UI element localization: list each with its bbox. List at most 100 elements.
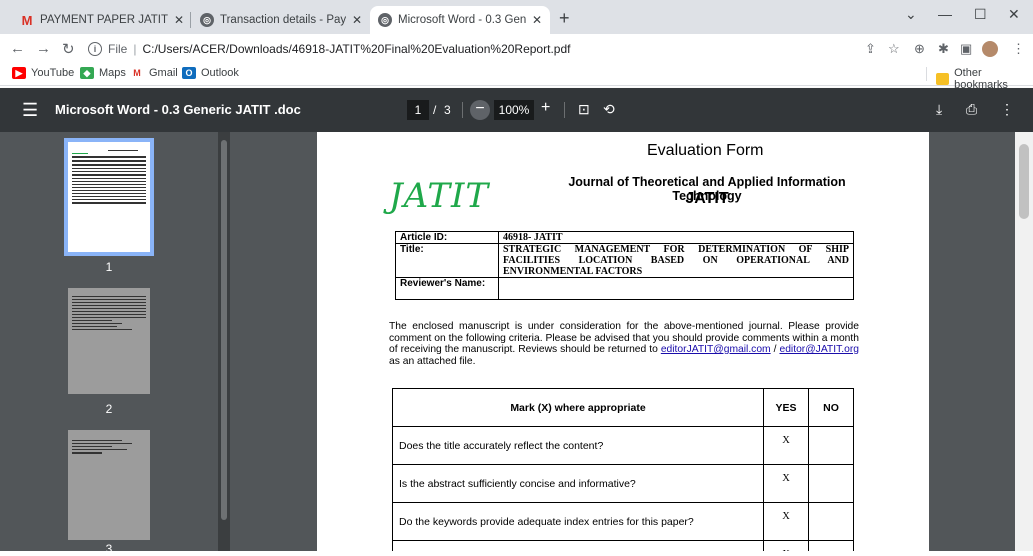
yes-mark: X xyxy=(763,464,809,503)
thumbnail-label: 2 xyxy=(105,402,113,416)
document-scrollbar[interactable] xyxy=(1015,132,1033,551)
table-row: Article ID: 46918- JATIT xyxy=(395,231,854,244)
table-row: Title: STRATEGIC MANAGEMENT FOR DETERMIN… xyxy=(395,243,854,278)
zoom-out-button[interactable]: − xyxy=(470,100,490,120)
criteria-header-no: NO xyxy=(808,388,854,427)
email-link-jatit[interactable]: editor@JATIT.org xyxy=(779,344,859,355)
star-icon[interactable]: ☆ xyxy=(888,41,900,57)
bookmark-label: Maps xyxy=(99,67,126,79)
zoom-in-button[interactable]: + xyxy=(541,99,550,117)
puzzle-icon[interactable]: ✱ xyxy=(938,41,949,57)
reviewer-value xyxy=(498,277,854,300)
tab-microsoft-word[interactable]: ◎ Microsoft Word - 0.3 Generic JAT ✕ xyxy=(370,6,550,34)
url-text[interactable]: C:/Users/ACER/Downloads/46918-JATIT%20Fi… xyxy=(142,42,570,56)
new-tab-button[interactable]: + xyxy=(559,8,570,29)
criteria-table: Mark (X) where appropriate YES NO Does t… xyxy=(392,388,854,551)
title-value: STRATEGIC MANAGEMENT FOR DETERMINATION O… xyxy=(498,243,854,278)
browser-toolbar: ← → ↻ i File | C:/Users/ACER/Downloads/4… xyxy=(0,34,1033,64)
close-window-button[interactable]: ✕ xyxy=(1008,6,1020,23)
back-arrow-icon[interactable]: ← xyxy=(10,40,25,57)
toolbar-divider xyxy=(564,102,565,118)
gmail-icon: M xyxy=(21,12,33,28)
criteria-header-label: Mark (X) where appropriate xyxy=(392,388,764,427)
criteria-header-yes: YES xyxy=(763,388,809,427)
tab-title: PAYMENT PAPER JATIT ID : 46918 xyxy=(40,14,168,26)
globe-icon: ◎ xyxy=(378,13,392,27)
share-icon[interactable]: ⇪ xyxy=(865,41,876,57)
tab-title: Transaction details - PayPal JATIT xyxy=(220,14,346,26)
criteria-question xyxy=(392,540,764,551)
bookmark-maps[interactable]: ◆ Maps xyxy=(80,67,126,79)
page-thumbnail-2[interactable] xyxy=(68,288,150,394)
toolbar-divider xyxy=(462,102,463,118)
tab-search-icon[interactable]: ⌄ xyxy=(905,6,917,23)
thumbnail-label: 3 xyxy=(105,542,113,556)
bookmark-outlook[interactable]: O Outlook xyxy=(182,67,239,79)
scrollbar-thumb[interactable] xyxy=(1019,144,1029,219)
tab-paypal[interactable]: ◎ Transaction details - PayPal JATIT ✕ xyxy=(192,6,370,34)
tab-divider xyxy=(190,12,191,28)
tab-payment-paper[interactable]: M PAYMENT PAPER JATIT ID : 46918 ✕ xyxy=(12,6,192,34)
bookmark-youtube[interactable]: ▶ YouTube xyxy=(12,67,74,79)
email-link-gmail[interactable]: editorJATIT@gmail.com xyxy=(661,344,771,355)
scrollbar-thumb[interactable] xyxy=(221,140,227,520)
bookmark-gmail[interactable]: M Gmail xyxy=(130,67,178,79)
no-mark xyxy=(808,502,854,541)
gmail-icon: M xyxy=(130,67,144,79)
close-tab-icon[interactable]: ✕ xyxy=(352,13,362,27)
avatar[interactable] xyxy=(982,41,998,57)
extension-icon[interactable]: ⊕ xyxy=(914,41,925,57)
bookmark-label: Outlook xyxy=(201,67,239,79)
minimize-button[interactable]: — xyxy=(938,6,952,22)
info-icon[interactable]: i xyxy=(88,42,102,56)
page-thumbnail-3[interactable] xyxy=(68,430,150,540)
no-mark xyxy=(808,426,854,465)
reload-icon[interactable]: ↻ xyxy=(62,40,75,58)
maps-icon: ◆ xyxy=(80,67,94,79)
page-number-input[interactable]: 1 xyxy=(407,100,429,120)
page-separator: / xyxy=(433,103,437,117)
yes-mark: X xyxy=(763,502,809,541)
tab-strip: M PAYMENT PAPER JATIT ID : 46918 ✕ ◎ Tra… xyxy=(0,0,1033,34)
address-separator: | xyxy=(133,42,137,56)
form-title: Evaluation Form xyxy=(647,142,764,159)
table-row: Do the keywords provide adequate index e… xyxy=(392,502,854,541)
more-options-icon[interactable]: ⋮ xyxy=(1000,101,1014,118)
instructions-paragraph: The enclosed manuscript is under conside… xyxy=(389,321,859,367)
article-info-table: Article ID: 46918- JATIT Title: STRATEGI… xyxy=(395,231,854,300)
title-label: Title: xyxy=(395,243,499,278)
rotate-icon[interactable]: ⟲ xyxy=(603,101,615,118)
scheme-label: File xyxy=(108,42,128,56)
close-tab-icon[interactable]: ✕ xyxy=(532,13,542,27)
download-icon[interactable]: ⤓ xyxy=(936,101,942,118)
thumbnail-sidebar: 1 2 3 xyxy=(0,132,230,556)
forward-arrow-icon[interactable]: → xyxy=(36,40,51,57)
bookmark-label: YouTube xyxy=(31,67,75,79)
close-tab-icon[interactable]: ✕ xyxy=(174,13,184,27)
no-mark xyxy=(808,464,854,503)
title-text-end: ENVIRONMENTAL FACTORS xyxy=(503,266,643,277)
zoom-input[interactable]: 100% xyxy=(494,100,534,120)
print-icon[interactable]: ⎙ xyxy=(966,101,977,118)
criteria-question: Does the title accurately reflect the co… xyxy=(392,426,764,465)
menu-icon[interactable]: ☰ xyxy=(22,100,38,121)
side-panel-icon[interactable]: ▣ xyxy=(960,41,972,57)
tab-title: Microsoft Word - 0.3 Generic JAT xyxy=(398,14,526,26)
criteria-question: Is the abstract sufficiently concise and… xyxy=(392,464,764,503)
maximize-button[interactable]: ☐ xyxy=(974,6,987,23)
bookmarks-divider xyxy=(926,67,927,81)
thumbnail-scrollbar[interactable] xyxy=(218,132,230,551)
journal-abbr: JATIT xyxy=(685,190,729,207)
page-thumbnail-1[interactable] xyxy=(64,138,154,256)
no-mark xyxy=(808,540,854,551)
reviewer-label: Reviewer's Name: xyxy=(395,277,499,300)
article-id-label: Article ID: xyxy=(395,231,499,244)
title-text: STRATEGIC MANAGEMENT FOR DETERMINATION O… xyxy=(503,244,849,266)
fit-page-icon[interactable]: ⊡ xyxy=(578,101,590,118)
globe-icon: ◎ xyxy=(200,13,214,27)
table-row: Is the abstract sufficiently concise and… xyxy=(392,464,854,503)
address-bar[interactable]: i File | C:/Users/ACER/Downloads/46918-J… xyxy=(88,37,968,61)
table-row: X xyxy=(392,540,854,551)
youtube-icon: ▶ xyxy=(12,67,26,79)
more-menu-icon[interactable]: ⋮ xyxy=(1012,41,1025,57)
